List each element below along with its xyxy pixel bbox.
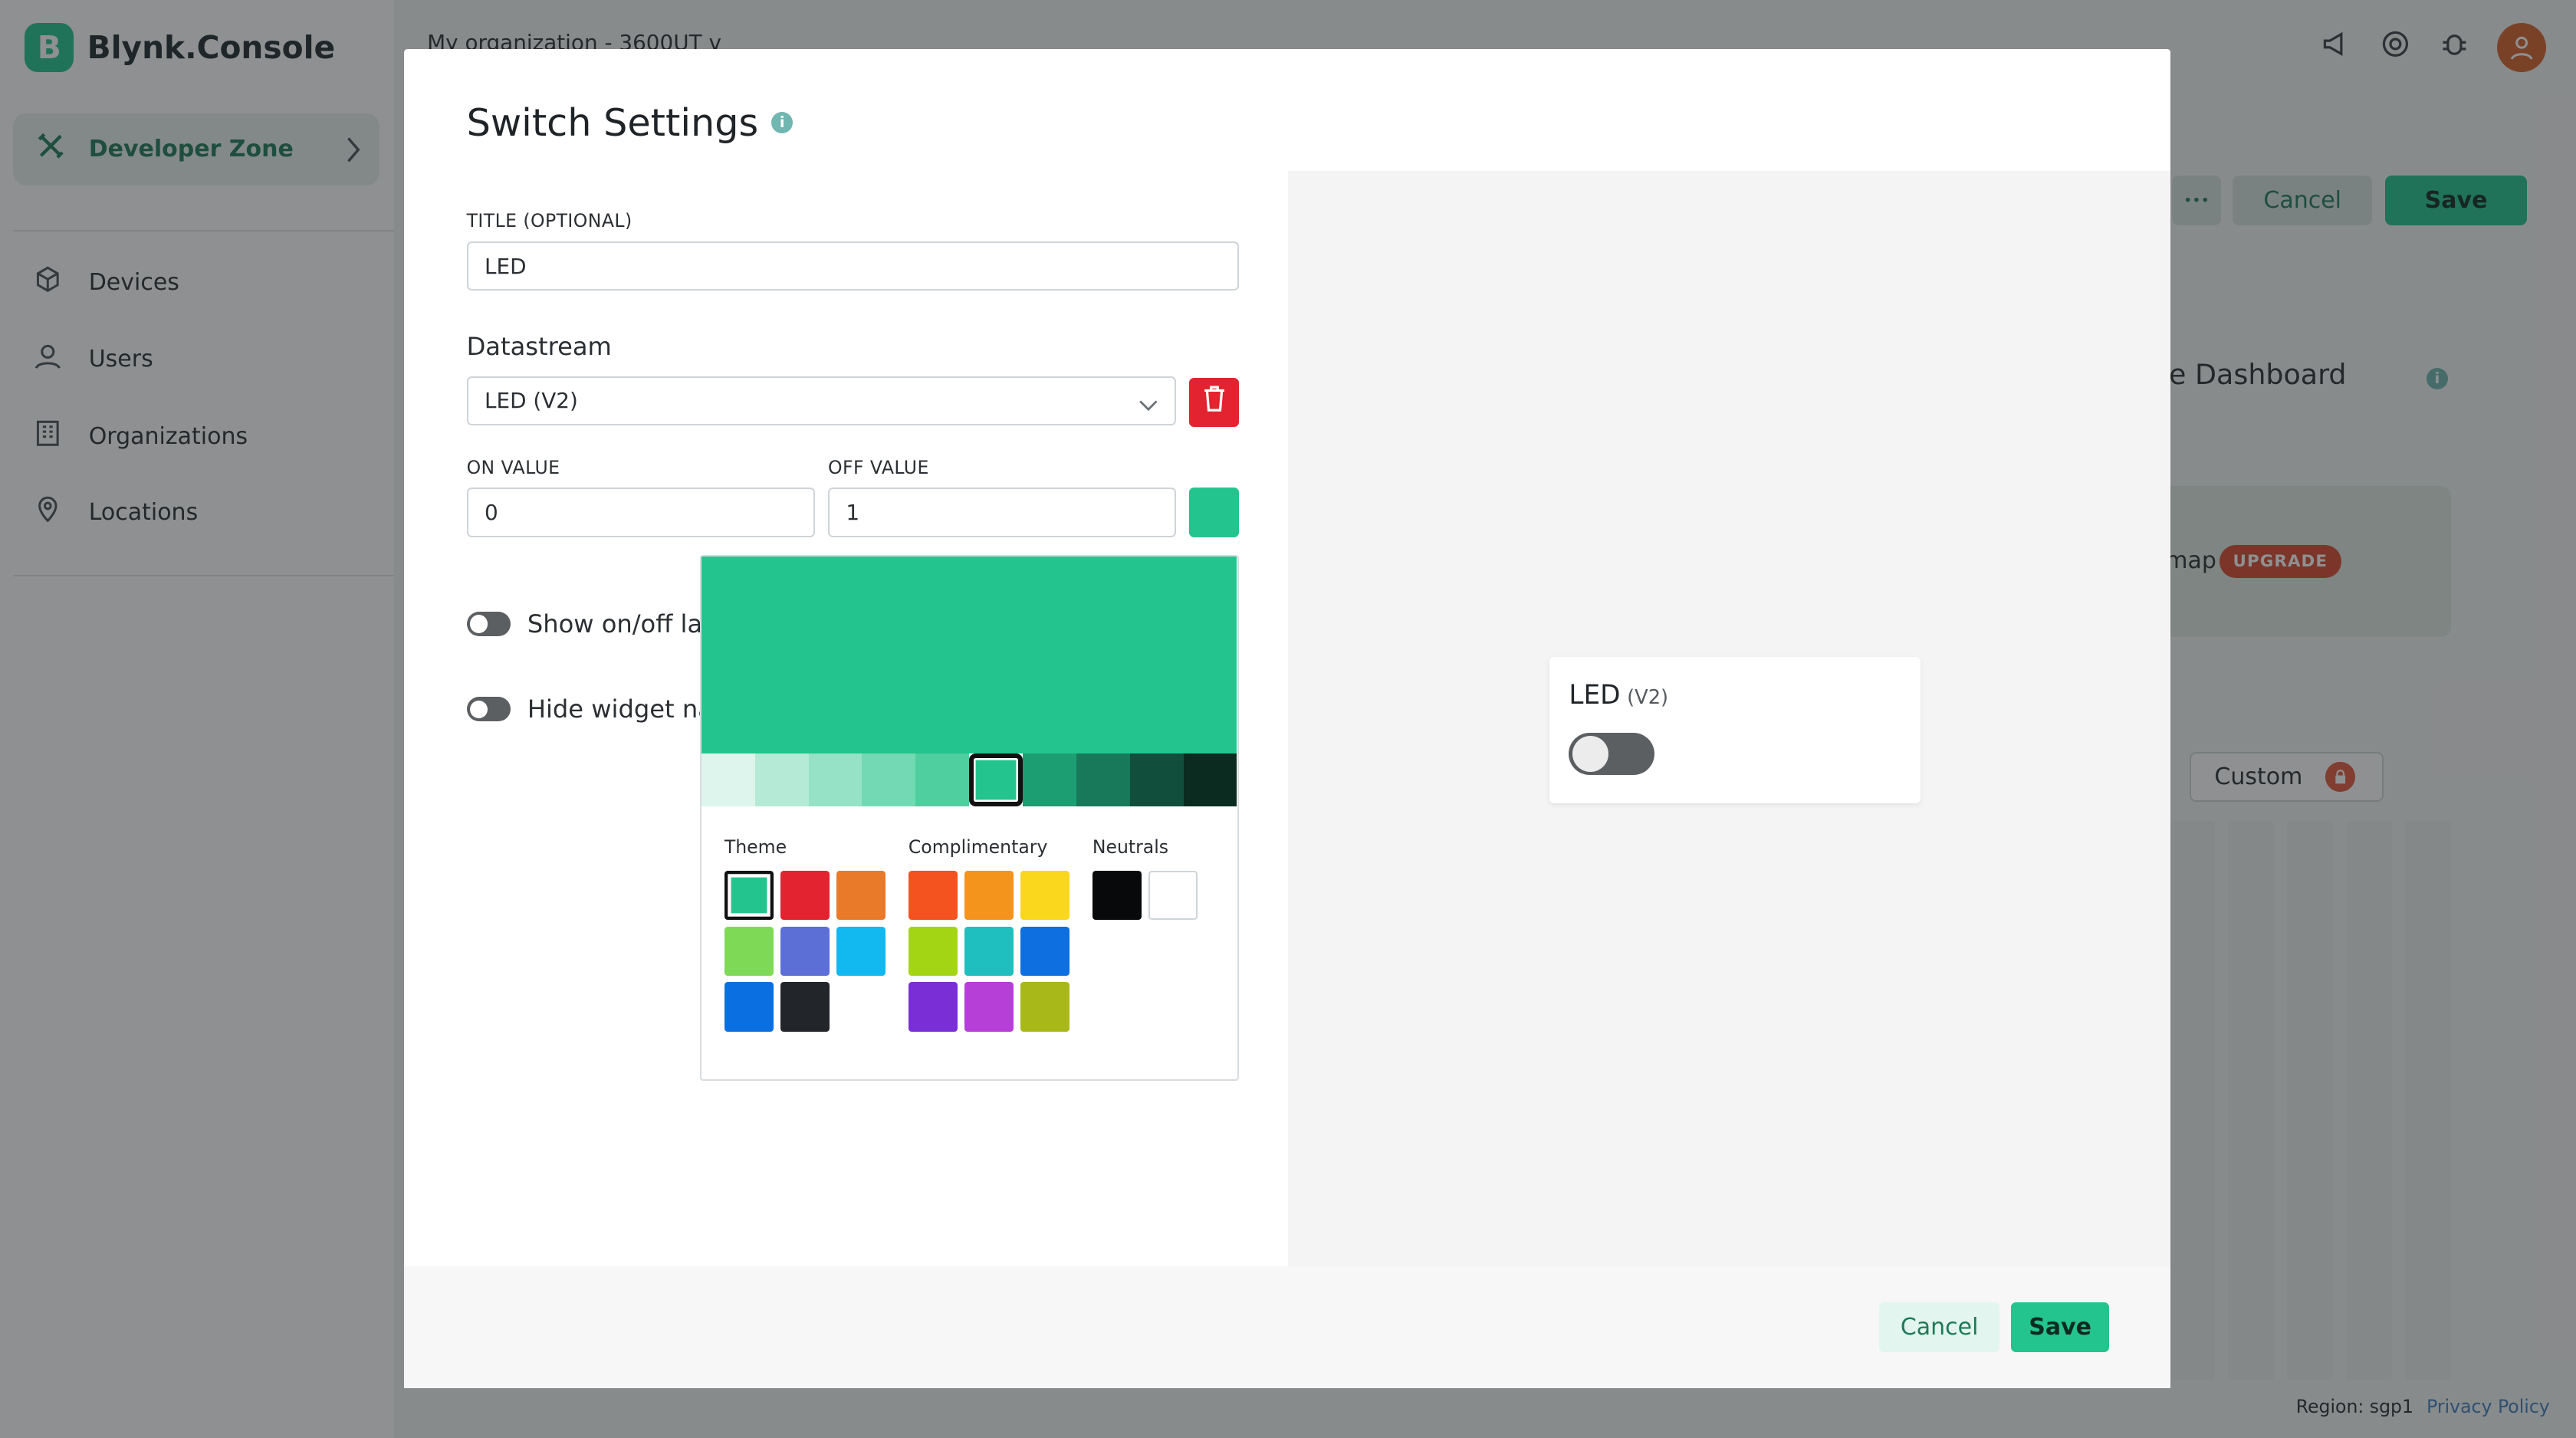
datastream-select[interactable]: LED (V2) xyxy=(466,376,1177,425)
theme-label: Theme xyxy=(724,836,787,858)
widget-title-text: LED xyxy=(1569,680,1621,711)
hide-widget-name-row[interactable]: Hide widget nar xyxy=(466,694,724,724)
color-swatch[interactable] xyxy=(964,982,1014,1032)
cancel-button[interactable]: Cancel xyxy=(1879,1302,1999,1352)
shade-strip xyxy=(701,753,1237,806)
color-swatch[interactable] xyxy=(1020,926,1070,976)
color-swatch[interactable] xyxy=(724,982,774,1032)
shade-swatch[interactable] xyxy=(969,753,1023,806)
shade-swatch[interactable] xyxy=(915,753,970,806)
shade-swatch[interactable] xyxy=(862,753,916,806)
color-swatch[interactable] xyxy=(908,870,958,920)
neutrals-group: Neutrals xyxy=(1092,836,1198,920)
on-value-label: ON VALUE xyxy=(466,456,560,478)
widget-title: LED (V2) xyxy=(1569,680,1668,711)
color-swatch[interactable] xyxy=(964,926,1014,976)
color-swatch[interactable] xyxy=(836,870,886,920)
chevron-down-icon xyxy=(1138,392,1158,418)
color-swatch-button[interactable] xyxy=(1189,488,1239,537)
neutral-swatches xyxy=(1092,870,1198,920)
color-swatch[interactable] xyxy=(724,870,774,920)
trash-icon xyxy=(1203,386,1226,419)
title-field-label: TITLE (OPTIONAL) xyxy=(466,210,632,232)
shade-swatch[interactable] xyxy=(1129,753,1184,806)
widget-preview-area: LED (V2) xyxy=(1287,170,2170,1267)
modal-title-text: Switch Settings xyxy=(466,100,759,145)
datastream-heading: Datastream xyxy=(466,331,612,361)
color-swatch[interactable] xyxy=(836,926,886,976)
theme-swatches xyxy=(724,870,886,1032)
color-swatch[interactable] xyxy=(1020,870,1070,920)
switch-toggle[interactable] xyxy=(1569,732,1654,776)
shade-swatch[interactable] xyxy=(1183,753,1237,806)
complimentary-group: Complimentary xyxy=(908,836,1070,1032)
datastream-value: LED (V2) xyxy=(484,388,578,414)
widget-datastream-text: (V2) xyxy=(1627,686,1669,710)
show-labels-text: Show on/off lab xyxy=(527,609,718,639)
save-button[interactable]: Save xyxy=(2010,1302,2110,1352)
switch-settings-modal: LED (V2) Switch Settings i TITLE (OPTIONA… xyxy=(404,49,2170,1388)
color-picker-popover: Theme Complimentary Neutrals xyxy=(699,555,1239,1081)
selected-color-preview xyxy=(701,556,1237,754)
shade-swatch[interactable] xyxy=(754,753,809,806)
delete-datastream-button[interactable] xyxy=(1189,377,1239,428)
off-value-input[interactable]: 1 xyxy=(827,488,1177,537)
hide-name-text: Hide widget nar xyxy=(527,694,724,724)
theme-group: Theme xyxy=(724,836,886,1032)
shade-swatch[interactable] xyxy=(1023,753,1076,806)
hide-name-toggle[interactable] xyxy=(466,697,511,722)
shade-swatch[interactable] xyxy=(1076,753,1130,806)
show-labels-toggle[interactable] xyxy=(466,611,511,637)
color-swatch[interactable] xyxy=(780,870,830,920)
show-onoff-labels-row[interactable]: Show on/off lab xyxy=(466,609,718,639)
color-swatch[interactable] xyxy=(780,982,830,1032)
complimentary-swatches xyxy=(908,870,1070,1032)
info-icon[interactable]: i xyxy=(771,111,794,133)
title-input[interactable]: LED xyxy=(466,241,1239,291)
color-swatch[interactable] xyxy=(1092,870,1142,920)
on-value-input[interactable]: 0 xyxy=(466,488,815,537)
color-swatch[interactable] xyxy=(724,926,774,976)
complimentary-label: Complimentary xyxy=(908,836,1048,858)
color-swatch[interactable] xyxy=(1148,870,1198,920)
shade-swatch[interactable] xyxy=(808,753,863,806)
color-swatch[interactable] xyxy=(908,982,958,1032)
modal-title: Switch Settings i xyxy=(467,100,794,145)
color-swatch[interactable] xyxy=(964,870,1014,920)
off-value-label: OFF VALUE xyxy=(827,456,929,478)
color-swatch[interactable] xyxy=(1020,982,1070,1032)
color-swatch[interactable] xyxy=(908,926,958,976)
neutrals-label: Neutrals xyxy=(1092,836,1169,858)
color-swatch[interactable] xyxy=(780,926,830,976)
shade-swatch[interactable] xyxy=(701,753,755,806)
switch-widget-preview[interactable]: LED (V2) xyxy=(1549,657,1921,803)
